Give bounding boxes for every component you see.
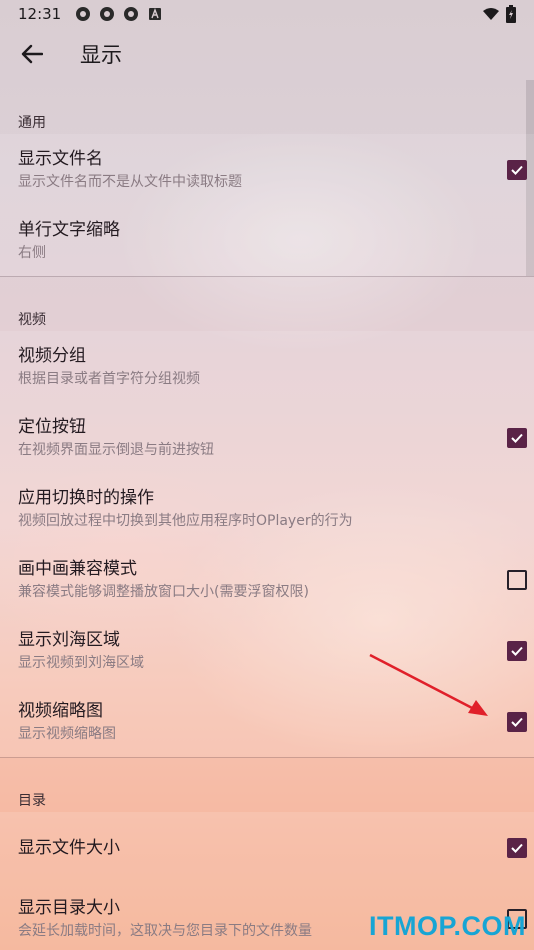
section-header-general: 通用 [18, 115, 46, 131]
setting-title: 画中画兼容模式 [18, 558, 137, 579]
battery-icon [506, 5, 516, 23]
status-bar: 12:31 [0, 0, 534, 28]
back-button[interactable] [0, 28, 64, 80]
section-header-directory: 目录 [18, 793, 46, 809]
settings-list: 通用 显示文件名 显示文件名而不是从文件中读取标题 单行文字缩略 右侧 视频 视… [0, 80, 534, 950]
setting-seek-buttons[interactable]: 定位按钮 在视频界面显示倒退与前进按钮 [0, 402, 534, 473]
setting-show-file-size[interactable]: 显示文件大小 [0, 812, 534, 883]
setting-subtitle: 右侧 [18, 244, 46, 261]
setting-title: 视频缩略图 [18, 700, 103, 721]
setting-subtitle: 在视频界面显示倒退与前进按钮 [18, 441, 214, 458]
setting-app-switch-action[interactable]: 应用切换时的操作 视频回放过程中切换到其他应用程序时OPlayer的行为 [0, 473, 534, 544]
setting-subtitle: 视频回放过程中切换到其他应用程序时OPlayer的行为 [18, 512, 353, 529]
show-file-size-checkbox[interactable] [507, 837, 527, 858]
section-video: 视频分组 根据目录或者首字符分组视频 定位按钮 在视频界面显示倒退与前进按钮 应… [0, 331, 534, 757]
section-header-video: 视频 [18, 312, 46, 328]
back-arrow-icon [21, 44, 43, 64]
setting-title: 应用切换时的操作 [18, 487, 154, 508]
setting-single-line-ellipsis[interactable]: 单行文字缩略 右侧 [0, 205, 534, 276]
check-icon [511, 843, 523, 853]
pip-compat-checkbox[interactable] [507, 569, 527, 590]
setting-subtitle: 显示视频缩略图 [18, 725, 116, 742]
setting-notch-area[interactable]: 显示刘海区域 显示视频到刘海区域 [0, 615, 534, 686]
notch-area-checkbox[interactable] [507, 640, 527, 661]
page-title: 显示 [80, 43, 122, 67]
section-general: 显示文件名 显示文件名而不是从文件中读取标题 单行文字缩略 右侧 [0, 134, 534, 276]
status-time: 12:31 [18, 5, 62, 23]
setting-show-filename[interactable]: 显示文件名 显示文件名而不是从文件中读取标题 [0, 134, 534, 205]
check-icon [511, 646, 523, 656]
check-icon [511, 165, 523, 175]
setting-subtitle: 显示视频到刘海区域 [18, 654, 144, 671]
setting-title: 单行文字缩略 [18, 219, 120, 240]
app-icon-2 [100, 7, 115, 21]
setting-subtitle: 根据目录或者首字符分组视频 [18, 370, 200, 387]
setting-pip-compat-mode[interactable]: 画中画兼容模式 兼容模式能够调整播放窗口大小(需要浮窗权限) [0, 544, 534, 615]
app-icon-3 [124, 7, 139, 21]
setting-video-thumbnail[interactable]: 视频缩略图 显示视频缩略图 [0, 686, 534, 757]
seek-buttons-checkbox[interactable] [507, 427, 527, 448]
check-icon [511, 433, 523, 443]
setting-subtitle: 兼容模式能够调整播放窗口大小(需要浮窗权限) [18, 583, 309, 600]
wifi-icon [483, 8, 499, 20]
app-bar: 显示 [0, 28, 534, 80]
setting-video-grouping[interactable]: 视频分组 根据目录或者首字符分组视频 [0, 331, 534, 402]
check-icon [511, 717, 523, 727]
show-filename-checkbox[interactable] [507, 159, 527, 180]
setting-title: 显示文件名 [18, 148, 103, 169]
setting-title: 视频分组 [18, 345, 86, 366]
status-right [482, 5, 516, 23]
video-thumbnail-checkbox[interactable] [507, 711, 527, 732]
a-badge-icon [149, 8, 162, 20]
app-icon-1 [76, 7, 91, 21]
setting-title: 显示文件大小 [18, 837, 120, 858]
watermark: ITMOP.COM [368, 911, 526, 941]
setting-title: 显示刘海区域 [18, 629, 120, 650]
setting-title: 定位按钮 [18, 416, 86, 437]
setting-subtitle: 显示文件名而不是从文件中读取标题 [18, 173, 242, 190]
